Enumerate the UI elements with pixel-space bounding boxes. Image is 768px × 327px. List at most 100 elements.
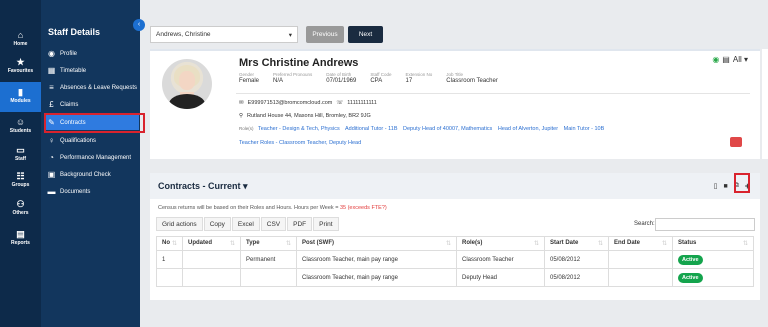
avatar <box>162 59 212 109</box>
column-header[interactable]: No ⇅ <box>156 236 183 251</box>
staff-facts: Gender Female Preferred Pronouns N/A Date … <box>239 72 498 84</box>
column-header[interactable]: Updated ⇅ <box>182 236 241 251</box>
sidebar-collapse-button[interactable]: ‹ <box>133 19 145 31</box>
sidebar-item-claims[interactable]: £ Claims <box>46 97 139 112</box>
add-button-highlight-box <box>734 173 750 193</box>
role-link[interactable]: Head of Alverton, Jupiter <box>498 126 558 132</box>
home-icon: ⌂ <box>17 30 24 40</box>
cell-status: Active <box>672 268 754 287</box>
cell-post: Classroom Teacher, main pay range <box>296 268 457 287</box>
pound-icon: £ <box>49 100 54 109</box>
excel-button[interactable]: Excel <box>231 217 260 231</box>
email-icon: ✉ <box>239 100 244 106</box>
cell-type: Permanent <box>240 250 297 269</box>
contracts-highlight-box <box>44 113 145 133</box>
student-icon: ☺ <box>15 117 26 127</box>
delete-icon[interactable]: ■ <box>724 183 728 190</box>
fact-job-title: Job Title Classroom Teacher <box>446 72 498 84</box>
folder-icon: ▬ <box>47 187 56 196</box>
profile-icon: ◉ <box>48 49 55 58</box>
staff-details-sidebar: Staff Details ◉ Profile ▦ Timetable ≡ Absen… <box>41 0 140 327</box>
teacher-roles[interactable]: Teacher Roles - Classroom Teacher, Deput… <box>239 140 361 146</box>
sidebar-item-background-check[interactable]: ▣ Background Check <box>46 167 139 182</box>
address-line: ⚲ Rutland House 44, Masons Hill, Bromley,… <box>239 113 371 119</box>
rail-label: Groups <box>11 182 30 188</box>
right-panel-edge <box>762 49 768 159</box>
table-row[interactable]: 1 Permanent Classroom Teacher, main pay … <box>156 250 754 269</box>
profile-card: Mrs Christine Andrews Gender Female Prefe… <box>150 49 760 159</box>
sidebar-item-label: Timetable <box>60 67 87 74</box>
groups-icon: ☷ <box>16 171 25 181</box>
rail-home[interactable]: ⌂ Home <box>0 30 41 47</box>
search-input[interactable] <box>655 218 755 231</box>
role-link[interactable]: Main Tutor - 10B <box>564 126 605 132</box>
sidebar-item-absences[interactable]: ≡ Absences & Leave Requests <box>46 80 139 95</box>
sidebar-item-profile[interactable]: ◉ Profile <box>46 46 139 61</box>
status-badge: Active <box>678 272 703 283</box>
csv-button[interactable]: CSV <box>260 217 287 231</box>
column-header[interactable]: End Date ⇅ <box>608 236 673 251</box>
chevron-down-icon: ▾ <box>243 181 248 191</box>
cell-end-date <box>608 268 673 287</box>
cell-role: Classroom Teacher <box>456 250 545 269</box>
contracts-header: Contracts - Current ▾ ▯ ■ ⧉ + <box>150 173 760 199</box>
grid-actions-button[interactable]: Grid actions <box>156 217 203 231</box>
rail-favourites[interactable]: ★ Favourites <box>0 57 41 74</box>
eye-icon[interactable]: ◉ <box>712 55 719 64</box>
column-header[interactable]: Post (SWF) ⇅ <box>296 236 457 251</box>
status-badge: Active <box>678 254 703 265</box>
van-icon <box>730 137 742 147</box>
role-link[interactable]: Deputy Head of 40007, Mathematics <box>403 126 492 132</box>
next-button[interactable]: Next <box>348 26 383 43</box>
contracts-table: No ⇅ Updated ⇅ Type ⇅ Post (SWF) ⇅ Role(s) ⇅ … <box>156 236 754 287</box>
profile-actions: ◉ ▤ All ▾ <box>712 55 748 64</box>
star-icon: ★ <box>16 57 25 67</box>
staff-navigation-bar: Andrews, Christine ▾ Previous Next <box>150 25 383 44</box>
column-header[interactable]: Status ⇅ <box>672 236 754 251</box>
fact-gender: Gender Female <box>239 72 260 84</box>
rail-modules[interactable]: ▮ Modules <box>0 82 41 112</box>
column-header[interactable]: Start Date ⇅ <box>544 236 609 251</box>
column-header[interactable]: Type ⇅ <box>240 236 297 251</box>
cell-start-date: 05/08/2012 <box>544 268 609 287</box>
module-rail: ⌂ Home ★ Favourites ▮ Modules ☺ Students ▭ St… <box>0 0 41 327</box>
roles-line: Role(s) Teacher - Design & Tech, Physics… <box>239 126 608 132</box>
fact-extension: Extension No 17 <box>405 72 433 84</box>
cell-role: Deputy Head <box>456 268 545 287</box>
print-button[interactable]: Print <box>313 217 339 231</box>
print-icon[interactable]: ▤ <box>722 55 730 64</box>
column-header[interactable]: Role(s) ⇅ <box>456 236 545 251</box>
rail-groups[interactable]: ☷ Groups <box>0 171 41 188</box>
copy-button[interactable]: Copy <box>203 217 231 231</box>
profile-card-bar <box>150 49 760 51</box>
rail-staff[interactable]: ▭ Staff <box>0 145 41 162</box>
rail-label: Reports <box>11 240 30 246</box>
sidebar-item-label: Profile <box>60 50 78 57</box>
cell-no <box>156 268 183 287</box>
sidebar-title: Staff Details <box>48 27 101 37</box>
role-link[interactable]: Teacher - Design & Tech, Physics <box>258 126 340 132</box>
contracts-card: Contracts - Current ▾ ▯ ■ ⧉ + Census ret… <box>150 173 760 300</box>
rail-students[interactable]: ☺ Students <box>0 117 41 134</box>
email-value[interactable]: E999971513@bromcomcloud.com <box>248 100 333 106</box>
pdf-button[interactable]: PDF <box>287 217 313 231</box>
staff-select[interactable]: Andrews, Christine ▾ <box>150 26 298 43</box>
chevron-down-icon: ▾ <box>288 31 292 39</box>
trophy-icon: ♀ <box>48 136 55 145</box>
rail-reports[interactable]: ▤ Reports <box>0 229 41 246</box>
table-row[interactable]: Classroom Teacher, main pay range Deputy… <box>156 268 754 287</box>
phone-icon: ☏ <box>336 100 344 106</box>
role-link[interactable]: Additional Tutor - 11B <box>345 126 397 132</box>
document-icon[interactable]: ▯ <box>714 182 718 190</box>
sidebar-item-qualifications[interactable]: ♀ Qualifications <box>46 133 139 148</box>
modules-icon: ▮ <box>18 87 23 97</box>
sidebar-item-label: Claims <box>60 101 79 108</box>
contracts-title[interactable]: Contracts - Current ▾ <box>158 181 248 192</box>
rail-others[interactable]: ⚇ Others <box>0 199 41 216</box>
sidebar-item-performance[interactable]: ◔ Performance Management <box>46 150 139 165</box>
sidebar-item-documents[interactable]: ▬ Documents <box>46 184 139 199</box>
roles-label: Role(s) <box>239 126 254 131</box>
previous-button[interactable]: Previous <box>306 26 344 43</box>
sidebar-item-timetable[interactable]: ▦ Timetable <box>46 63 139 78</box>
all-dropdown[interactable]: All ▾ <box>733 55 748 64</box>
